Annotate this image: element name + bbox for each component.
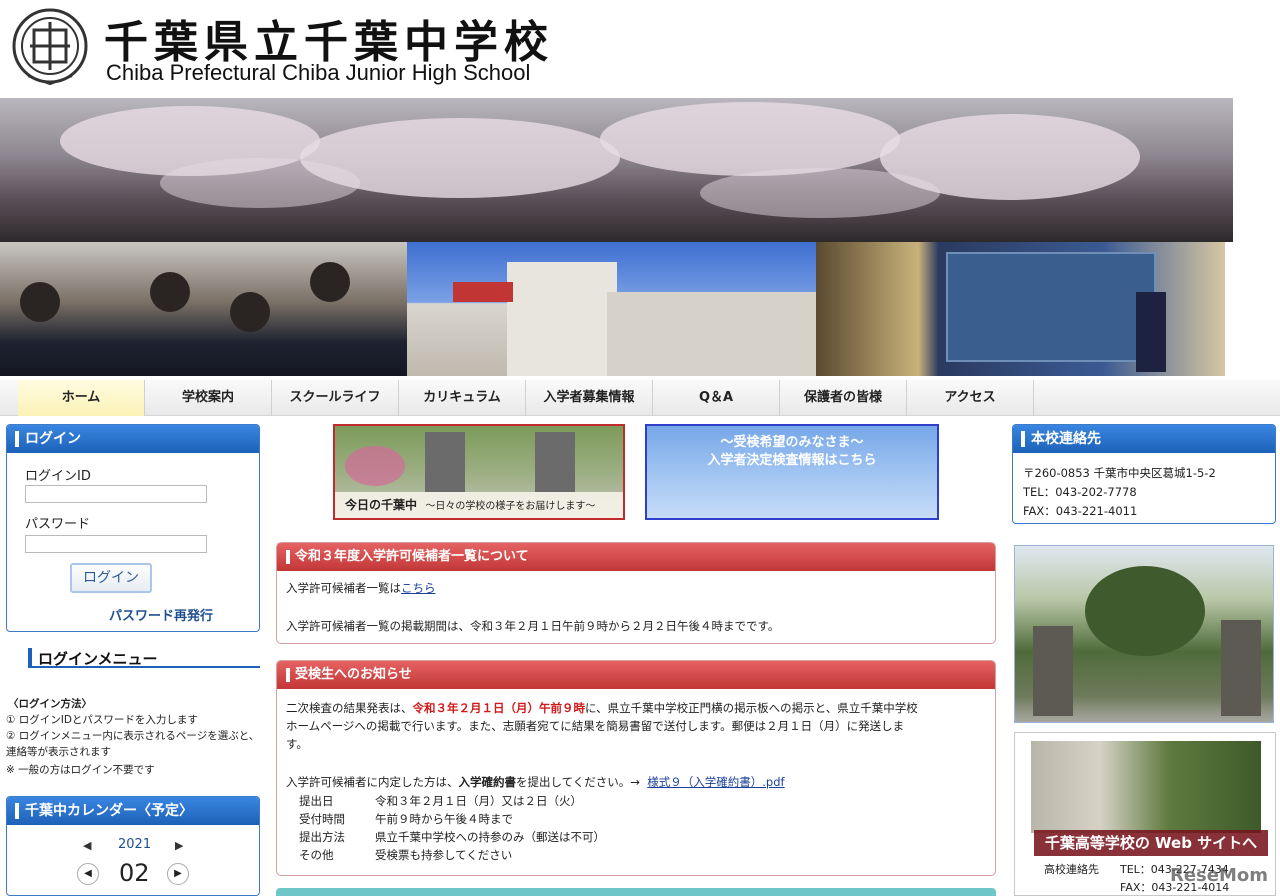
- login-note: ※ 一般の方はログイン不要です: [6, 764, 155, 776]
- today-banner-subtitle: ～日々の学校の様子をお届けします～: [425, 501, 596, 512]
- notice2-p2-bold: 入学確約書: [458, 775, 517, 789]
- contact-heading: 本校連絡先: [1013, 425, 1275, 453]
- login-heading: ログイン: [7, 425, 259, 453]
- form9-pdf-link[interactable]: 様式９（入学確約書）.pdf: [647, 775, 784, 789]
- calendar-year: 2021: [118, 837, 152, 852]
- nav-admissions[interactable]: 入学者募集情報: [526, 380, 653, 416]
- password-reissue-link[interactable]: パスワード再発行: [109, 605, 213, 624]
- submission-row-value: 県立千葉中学校への持参のみ（郵送は不可）: [375, 830, 605, 844]
- password-label: パスワード: [25, 517, 91, 532]
- notice1-line2: 入学許可候補者一覧の掲載期間は、令和３年２月１日午前９時から２月２日午後４時まで…: [286, 619, 780, 633]
- notice1-heading: 令和３年度入学許可候補者一覧について: [277, 543, 995, 571]
- calendar-box: 千葉中カレンダー〈予定〉 ◀ 2021 ▶ ◀ 02 ▶: [6, 796, 260, 896]
- login-step-2: ② ログインメニュー内に表示されるページを選ぶと、: [6, 730, 260, 742]
- notice2-para1-line2: ホームページへの掲載で行います。また、志願者宛てに結果を簡易書留で送付します。郵…: [286, 719, 905, 733]
- login-menu-heading: ログインメニュー: [28, 648, 260, 668]
- notice1-here-link[interactable]: こちら: [401, 581, 436, 595]
- today-banner-caption: 今日の千葉中 ～日々の学校の様子をお届けします～: [335, 492, 623, 518]
- notice-admission-candidates: 令和３年度入学許可候補者一覧について 入学許可候補者一覧はこちら 入学許可候補者…: [276, 542, 996, 644]
- notice2-heading: 受検生へのお知らせ: [277, 661, 995, 689]
- school-crest-icon[interactable]: [10, 4, 90, 88]
- month-next-button-icon[interactable]: ▶: [167, 863, 189, 885]
- notice2-p1-text-a: 二次検査の結果発表は、: [286, 701, 413, 715]
- month-prev-button-icon[interactable]: ◀: [77, 863, 99, 885]
- notice2-para2: 入学許可候補者に内定した方は、入学確約書を提出してください。→ 様式９（入学確約…: [286, 773, 785, 791]
- contact-tel: TEL：043-202-7778: [1023, 485, 1137, 499]
- school-contact-box: 本校連絡先 〒260-0853 千葉市中央区葛城1-5-2 TEL：043-20…: [1012, 424, 1276, 524]
- submission-row-value: 午前９時から午後４時まで: [375, 812, 513, 826]
- submission-row-value: 受検票も持参してください: [375, 848, 513, 862]
- next-panel-edge: [276, 888, 996, 896]
- today-at-school-banner[interactable]: 今日の千葉中 ～日々の学校の様子をお届けします～: [333, 424, 625, 520]
- nav-about-school[interactable]: 学校案内: [145, 380, 272, 416]
- login-button[interactable]: ログイン: [70, 563, 152, 593]
- login-box: ログイン ログインID パスワード ログイン パスワード再発行: [6, 424, 260, 632]
- year-next-arrow-icon[interactable]: ▶: [175, 839, 183, 852]
- notice2-announcement-date: 令和３年２月１日（月）午前９時: [412, 701, 586, 715]
- cherry-blossom-photo: [0, 98, 1233, 242]
- resemom-watermark: ReseMom: [1169, 865, 1268, 886]
- submission-row-value: 令和３年２月１日（月）又は２日（火）: [375, 794, 582, 808]
- school-building-photo: [407, 242, 816, 376]
- notice2-p2-text-b: を提出してください。→: [516, 775, 640, 789]
- site-header: 千葉県立千葉中学校 Chiba Prefectural Chiba Junior…: [0, 0, 1280, 98]
- calendar-heading: 千葉中カレンダー〈予定〉: [7, 797, 259, 825]
- notice2-para1-line3: す。: [286, 737, 308, 751]
- login-step-2-cont: 連絡等が表示されます: [6, 746, 111, 758]
- exam-banner-line2: 入学者決定検査情報はこちら: [707, 453, 877, 468]
- school-gate-photo[interactable]: [1014, 545, 1274, 723]
- exam-banner-line1: ～受検希望のみなさま～: [720, 435, 864, 450]
- submission-row-key: その他: [299, 848, 334, 862]
- contact-fax: FAX：043-221-4011: [1023, 504, 1138, 518]
- nav-school-life[interactable]: スクールライフ: [272, 380, 399, 416]
- contact-address: 〒260-0853 千葉市中央区葛城1-5-2: [1023, 466, 1216, 480]
- notice1-line1-text: 入学許可候補者一覧は: [286, 581, 401, 595]
- notice2-p1-text-b: に、県立千葉中学校正門横の掲示板への掲示と、県立千葉中学校: [585, 701, 918, 715]
- calendar-month: 02: [119, 859, 150, 887]
- nav-parents[interactable]: 保護者の皆様: [780, 380, 907, 416]
- hero-photo-collage: [0, 98, 1233, 376]
- login-step-1: ① ログインIDとパスワードを入力します: [6, 714, 198, 726]
- login-id-input[interactable]: [25, 485, 207, 503]
- year-prev-arrow-icon[interactable]: ◀: [83, 839, 91, 852]
- classroom-photo: [0, 242, 407, 376]
- notice1-line1: 入学許可候補者一覧はこちら: [286, 579, 436, 597]
- exam-info-banner[interactable]: ～受検希望のみなさま～ 入学者決定検査情報はこちら: [645, 424, 939, 520]
- notice-for-examinees: 受検生へのお知らせ 二次検査の結果発表は、令和３年２月１日（月）午前９時に、県立…: [276, 660, 996, 876]
- nav-qa[interactable]: Q＆A: [653, 380, 780, 416]
- notice2-p2-text-a: 入学許可候補者に内定した方は、: [286, 775, 459, 789]
- presentation-photo: [816, 242, 1225, 376]
- high-school-link-caption[interactable]: 千葉高等学校の Web サイトへ: [1034, 830, 1268, 856]
- login-id-label: ログインID: [25, 469, 91, 484]
- submission-row-key: 提出日: [299, 794, 334, 808]
- password-input[interactable]: [25, 535, 207, 553]
- notice2-para1-line1: 二次検査の結果発表は、令和３年２月１日（月）午前９時に、県立千葉中学校正門横の掲…: [286, 699, 918, 717]
- submission-row-key: 提出方法: [299, 830, 345, 844]
- login-method-title: 〈ログイン方法〉: [8, 698, 92, 710]
- today-banner-title: 今日の千葉中: [345, 498, 418, 512]
- main-navigation: ホーム 学校案内 スクールライフ カリキュラム 入学者募集情報 Q＆A 保護者の…: [0, 380, 1280, 416]
- nav-curriculum[interactable]: カリキュラム: [399, 380, 526, 416]
- nav-access[interactable]: アクセス: [907, 380, 1034, 416]
- nav-home[interactable]: ホーム: [18, 380, 145, 416]
- site-title-english[interactable]: Chiba Prefectural Chiba Junior High Scho…: [106, 60, 530, 86]
- high-school-contact-label: 高校連絡先: [1044, 863, 1099, 876]
- submission-row-key: 受付時間: [299, 812, 345, 826]
